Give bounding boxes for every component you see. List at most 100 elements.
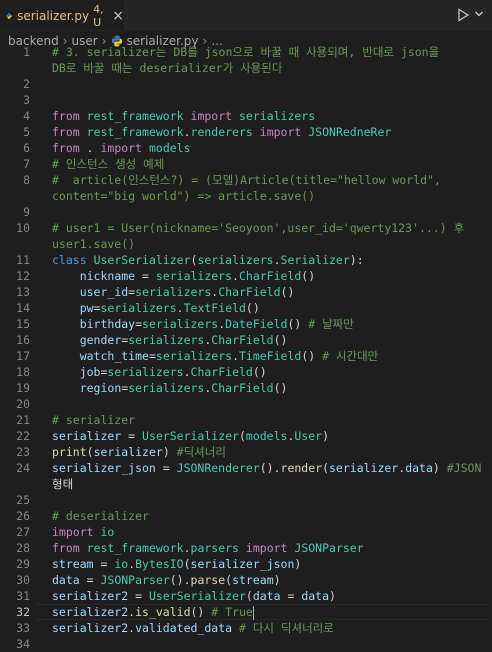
line-number: 27 — [16, 525, 30, 539]
line-number: 3 — [23, 93, 30, 107]
code-line[interactable]: 18 job=serializers.CharField() — [0, 364, 492, 380]
close-icon[interactable]: × — [112, 8, 124, 24]
tab-serializer-py[interactable]: serializer.py 4, U × — [0, 0, 124, 30]
line-number: 24 — [16, 461, 30, 475]
line-number: 13 — [16, 285, 30, 299]
line-number: 33 — [16, 621, 30, 635]
code-text: print(serializer) #딕셔너리 — [52, 445, 226, 459]
line-number: 30 — [16, 573, 30, 587]
code-line[interactable]: content="big world") => article.save() — [0, 188, 492, 204]
code-line[interactable]: 15 birthday=serializers.DateField() # 날짜… — [0, 316, 492, 332]
code-line[interactable]: 19 region=serializers.CharField() — [0, 380, 492, 396]
code-line[interactable]: 7 # 인스턴스 생성 예제 — [0, 156, 492, 172]
code-editor[interactable]: 1 # 3. serializer는 DB를 json으로 바꿀 때 사용되며, … — [0, 44, 492, 652]
code-text: gender=serializers.CharField() — [79, 333, 288, 347]
code-line[interactable]: 20 — [0, 396, 492, 412]
code-line[interactable]: 32 serializer2.is_valid() # True — [0, 604, 492, 620]
code-text: from rest_framework.renderers import JSO… — [52, 125, 392, 139]
code-text: job=serializers.CharField() — [79, 365, 267, 379]
code-text: serializer_json = JSONRenderer().render(… — [52, 461, 482, 475]
line-number: 29 — [16, 557, 30, 571]
code-text: 형태 — [52, 477, 74, 491]
code-text: from rest_framework.parsers import JSONP… — [52, 541, 364, 555]
line-number: 25 — [16, 493, 30, 507]
code-line[interactable]: DB로 바꿀 때는 deserializer가 사용된다 — [0, 60, 492, 76]
code-line[interactable]: 27 import io — [0, 524, 492, 540]
code-text: content="big world") => article.save() — [52, 189, 316, 203]
code-line[interactable]: 1 # 3. serializer는 DB를 json으로 바꿀 때 사용되며, … — [0, 44, 492, 60]
code-line[interactable]: 25 — [0, 492, 492, 508]
code-line[interactable]: 9 — [0, 204, 492, 220]
python-file-icon — [6, 12, 12, 19]
code-line[interactable]: 8 # article(인스턴스?) = (모델)Article(title="h… — [0, 172, 492, 188]
line-number: 15 — [16, 317, 30, 331]
code-line[interactable]: 33 serializer2.validated_data # 다시 딕셔너리로 — [0, 620, 492, 636]
line-number: 10 — [16, 221, 30, 235]
code-text: pw=serializers.TextField() — [79, 301, 260, 315]
tab-bar: serializer.py 4, U × — [0, 0, 492, 31]
line-number: 12 — [16, 269, 30, 283]
tab-filename: serializer.py — [17, 8, 90, 23]
code-text: # user1 = User(nickname='Seoyoon',user_i… — [52, 221, 465, 235]
text-cursor — [252, 605, 254, 620]
tab-status: 4, U — [93, 2, 104, 29]
code-text: serializer2.is_valid() # True — [52, 605, 254, 620]
line-number: 16 — [16, 333, 30, 347]
line-number: 6 — [23, 141, 30, 155]
code-line[interactable]: 21 # serializer — [0, 412, 492, 428]
code-line[interactable]: 28 from rest_framework.parsers import JSO… — [0, 540, 492, 556]
line-number: 28 — [16, 541, 30, 555]
code-line[interactable]: 16 gender=serializers.CharField() — [0, 332, 492, 348]
line-number: 26 — [16, 509, 30, 523]
line-number: 2 — [23, 77, 30, 91]
code-line[interactable]: 11 class UserSerializer(serializers.Seria… — [0, 252, 492, 268]
code-line[interactable]: 6 from . import models — [0, 140, 492, 156]
code-text: from . import models — [52, 141, 191, 155]
line-number: 4 — [23, 109, 30, 123]
chevron-down-icon[interactable] — [474, 9, 484, 19]
code-text: birthday=serializers.DateField() # 날짜만 — [79, 317, 354, 331]
code-line[interactable]: 12 nickname = serializers.CharField() — [0, 268, 492, 284]
code-text: data = JSONParser().parse(stream) — [52, 573, 281, 587]
code-text: # 3. serializer는 DB를 json으로 바꿀 때 사용되며, 반… — [52, 45, 440, 59]
line-number: 14 — [16, 301, 30, 315]
line-number: 32 — [16, 605, 30, 619]
line-number: 11 — [16, 253, 30, 267]
line-number: 17 — [16, 349, 30, 363]
code-line[interactable]: user1.save() — [0, 236, 492, 252]
code-text: serializer2.validated_data # 다시 딕셔너리로 — [52, 621, 341, 635]
code-line[interactable]: 22 serializer = UserSerializer(models.Use… — [0, 428, 492, 444]
line-number: 34 — [16, 637, 30, 651]
code-line[interactable]: 30 data = JSONParser().parse(stream) — [0, 572, 492, 588]
line-number: 7 — [23, 157, 30, 171]
code-text: import io — [52, 525, 115, 539]
line-number: 18 — [16, 365, 30, 379]
code-line[interactable]: 17 watch_time=serializers.TimeField() # … — [0, 348, 492, 364]
code-line[interactable]: 형태 — [0, 476, 492, 492]
code-line[interactable]: 10 # user1 = User(nickname='Seoyoon',user… — [0, 220, 492, 236]
code-line[interactable]: 34 — [0, 636, 492, 652]
line-number: 31 — [16, 589, 30, 603]
line-number: 8 — [23, 173, 30, 187]
code-line[interactable]: 4 from rest_framework import serializers — [0, 108, 492, 124]
line-number: 1 — [23, 45, 30, 59]
line-number: 19 — [16, 381, 30, 395]
play-icon[interactable] — [455, 7, 471, 23]
code-line[interactable]: 26 # deserializer — [0, 508, 492, 524]
code-line[interactable]: 13 user_id=serializers.CharField() — [0, 284, 492, 300]
code-line[interactable]: 23 print(serializer) #딕셔너리 — [0, 444, 492, 460]
code-line[interactable]: 14 pw=serializers.TextField() — [0, 300, 492, 316]
code-line[interactable]: 2 — [0, 76, 492, 92]
code-text: # serializer — [52, 413, 136, 427]
code-line[interactable]: 3 — [0, 92, 492, 108]
line-number: 22 — [16, 429, 30, 443]
line-number: 20 — [16, 397, 30, 411]
code-text: region=serializers.CharField() — [79, 381, 288, 395]
code-line[interactable]: 5 from rest_framework.renderers import JS… — [0, 124, 492, 140]
line-number: 5 — [23, 125, 30, 139]
code-line[interactable]: 31 serializer2 = UserSerializer(data = da… — [0, 588, 492, 604]
code-text: serializer2 = UserSerializer(data = data… — [52, 589, 336, 603]
code-line[interactable]: 24 serializer_json = JSONRenderer().rende… — [0, 460, 492, 476]
code-line[interactable]: 29 stream = io.BytesIO(serializer_json) — [0, 556, 492, 572]
code-text: watch_time=serializers.TimeField() # 시간대… — [79, 349, 379, 363]
